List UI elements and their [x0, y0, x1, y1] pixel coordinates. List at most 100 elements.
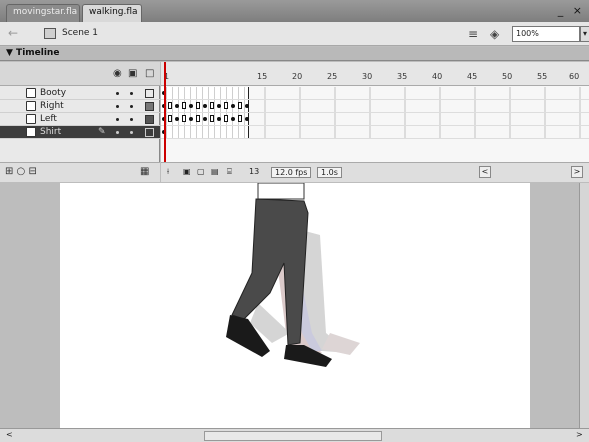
window-controls[interactable]: _ ×	[558, 4, 585, 17]
keyframe[interactable]	[175, 104, 179, 108]
horizontal-scrollbar[interactable]: < >	[0, 428, 589, 442]
ruler-tick: 15	[257, 72, 268, 81]
ruler-tick: 20	[292, 72, 303, 81]
keyframe[interactable]	[203, 104, 207, 108]
frame-span[interactable]	[161, 87, 249, 99]
keyframe[interactable]	[231, 117, 235, 121]
layer-icon	[26, 114, 36, 124]
zoom-input[interactable]: 100%	[512, 26, 580, 42]
lock-dot[interactable]	[130, 92, 133, 95]
keyframe[interactable]	[224, 115, 228, 122]
visibility-dot[interactable]	[116, 118, 119, 121]
visibility-dot[interactable]	[116, 105, 119, 108]
layer-name: Left	[40, 114, 57, 124]
scene-bar: ← Scene 1 ≡ ◈ 100% ▾	[0, 22, 589, 46]
trash-icon[interactable]: ▦	[140, 166, 149, 177]
lock-dot[interactable]	[130, 118, 133, 121]
keyframe[interactable]	[175, 117, 179, 121]
ruler-tick: 50	[502, 72, 513, 81]
keyframe[interactable]	[238, 102, 242, 109]
zoom-dropdown-icon[interactable]: ▾	[580, 26, 589, 42]
onion-skin-icon[interactable]: ▣	[183, 167, 191, 176]
timeline-status-bar: ⟊ ▣ ▢ ▤ ⌸ 13 12.0 fps 1.0s < >	[161, 162, 589, 182]
keyframe[interactable]	[182, 115, 186, 122]
scrollbar-thumb[interactable]	[204, 431, 382, 441]
ruler-tick: 25	[327, 72, 338, 81]
back-arrow-icon[interactable]: ←	[8, 26, 18, 40]
lock-dot[interactable]	[130, 131, 133, 134]
keyframe[interactable]	[210, 115, 214, 122]
modify-markers-icon[interactable]: ⌸	[227, 167, 232, 177]
keyframe[interactable]	[224, 102, 228, 109]
keyframe[interactable]	[196, 102, 200, 109]
eye-icon[interactable]: ◉	[113, 68, 122, 79]
layer-row-booty[interactable]: Booty	[0, 87, 160, 100]
scroll-left-icon[interactable]: <	[6, 430, 13, 439]
ruler-tick: 45	[467, 72, 478, 81]
onion-outline-icon[interactable]: ▢	[197, 167, 205, 176]
keyframe[interactable]	[196, 115, 200, 122]
layer-toolbar: ⊞ ○ ⊟ ▦	[0, 162, 160, 182]
lock-dot[interactable]	[130, 105, 133, 108]
frame-ruler[interactable]: 1 15 20 25 30 35 40 45 50 55 60	[161, 62, 589, 86]
scene-label: Scene 1	[62, 28, 99, 38]
keyframe[interactable]	[203, 117, 207, 121]
frame-span[interactable]	[161, 126, 249, 138]
keyframe[interactable]	[189, 104, 193, 108]
outline-box[interactable]	[145, 89, 154, 98]
ruler-tick: 40	[432, 72, 443, 81]
outline-icon[interactable]: □	[145, 68, 154, 79]
keyframe[interactable]	[182, 102, 186, 109]
frame-row-shirt[interactable]	[161, 126, 589, 139]
frame-row-right[interactable]	[161, 100, 589, 113]
walking-legs-figure[interactable]	[200, 183, 400, 383]
vertical-scrollbar[interactable]	[579, 183, 589, 428]
keyframe[interactable]	[231, 104, 235, 108]
layer-icon	[26, 88, 36, 98]
keyframe[interactable]	[217, 117, 221, 121]
ruler-tick: 60	[569, 72, 580, 81]
frame-rate[interactable]: 12.0 fps	[271, 167, 312, 178]
keyframe[interactable]	[245, 117, 249, 121]
elapsed-time: 1.0s	[317, 167, 342, 178]
layer-row-right[interactable]: Right	[0, 100, 160, 113]
layer-row-left[interactable]: Left	[0, 113, 160, 126]
layer-name: Shirt	[40, 127, 62, 137]
outline-box[interactable]	[145, 115, 154, 124]
add-layer-icon[interactable]: ⊞ ○ ⊟	[5, 166, 37, 177]
layer-name: Right	[40, 101, 64, 111]
shirt-shape	[257, 183, 305, 200]
timeline-header[interactable]: ▼ Timeline	[0, 47, 589, 61]
keyframe[interactable]	[210, 102, 214, 109]
timeline-scroll-left-icon[interactable]: <	[479, 166, 491, 178]
outline-box[interactable]	[145, 102, 154, 111]
keyframe[interactable]	[245, 104, 249, 108]
keyframe[interactable]	[168, 115, 172, 122]
stage-canvas[interactable]	[60, 183, 530, 428]
center-frame-icon[interactable]: ⟊	[167, 167, 169, 177]
layer-header: ◉ ▣ □	[0, 62, 160, 86]
layer-row-shirt[interactable]: Shirt ✎	[0, 126, 160, 139]
frame-row-left[interactable]	[161, 113, 589, 126]
frame-row-booty[interactable]	[161, 87, 589, 100]
keyframe[interactable]	[238, 115, 242, 122]
outline-box[interactable]	[145, 128, 154, 137]
timeline-frames[interactable]: 1 15 20 25 30 35 40 45 50 55 60	[161, 62, 589, 162]
keyframe[interactable]	[168, 102, 172, 109]
keyframe[interactable]	[189, 117, 193, 121]
tab-movingstar[interactable]: movingstar.fla	[6, 4, 80, 22]
visibility-dot[interactable]	[116, 92, 119, 95]
ruler-tick: 30	[362, 72, 373, 81]
lock-icon[interactable]: ▣	[128, 68, 137, 79]
scroll-right-icon[interactable]: >	[576, 430, 583, 439]
playhead[interactable]	[164, 62, 166, 162]
stage-area	[0, 183, 589, 428]
visibility-dot[interactable]	[116, 131, 119, 134]
edit-scene-icon[interactable]: ≡	[468, 27, 478, 41]
keyframe[interactable]	[217, 104, 221, 108]
edit-multiple-frames-icon[interactable]: ▤	[211, 167, 219, 176]
layer-name: Booty	[40, 88, 67, 98]
edit-symbol-icon[interactable]: ◈	[490, 27, 499, 41]
timeline-scroll-right-icon[interactable]: >	[571, 166, 583, 178]
tab-walking[interactable]: walking.fla	[82, 4, 142, 22]
